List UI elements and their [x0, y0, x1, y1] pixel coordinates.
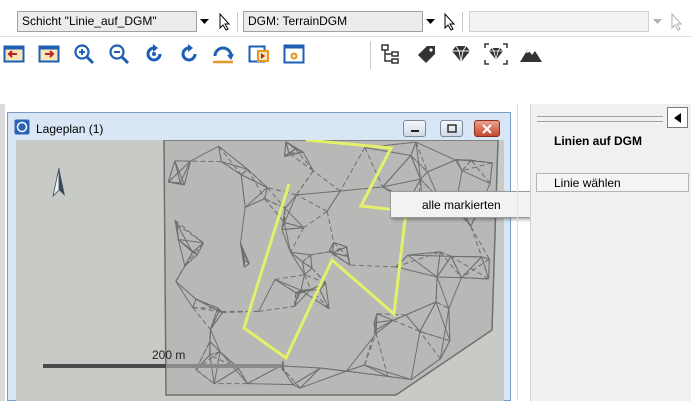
undo-view-button[interactable]	[210, 41, 236, 67]
toolbar-divider	[0, 36, 691, 37]
dgm-mesh-drawing	[43, 140, 499, 396]
panel-resize-bar[interactable]	[537, 116, 663, 122]
window-title: Lageplan (1)	[36, 122, 104, 136]
zoom-next-icon	[38, 45, 60, 63]
restore-icon	[446, 124, 457, 133]
minimize-button[interactable]	[403, 120, 426, 137]
refresh-icon	[146, 44, 162, 62]
panel-left-divider	[517, 104, 518, 401]
chevron-down-icon	[425, 18, 435, 24]
close-icon	[482, 123, 492, 134]
cursor-icon	[671, 12, 683, 31]
zoom-in-button[interactable]	[71, 41, 97, 67]
left-edge-strip	[0, 104, 5, 401]
close-button[interactable]	[474, 120, 500, 137]
dgm-combo[interactable]: DGM: TerrainDGM	[243, 11, 423, 32]
scale-label: 200 m	[152, 348, 186, 362]
panel-item-linie-waehlen[interactable]: Linie wählen	[536, 173, 689, 192]
dgm-pick-button[interactable]	[441, 11, 457, 32]
settings-button[interactable]	[281, 41, 307, 67]
chevron-left-icon	[673, 112, 681, 123]
layer-combo-dropdown[interactable]	[197, 11, 211, 32]
mesh-edge	[451, 255, 482, 258]
tag-icon	[418, 46, 435, 63]
zoom-out-button[interactable]	[106, 41, 132, 67]
diamond-icon	[452, 45, 470, 63]
diamond-select-icon	[484, 43, 508, 65]
zoom-out-icon	[109, 44, 130, 65]
third-combo-dropdown[interactable]	[650, 11, 664, 32]
panel-collapse-button[interactable]	[667, 107, 688, 128]
third-pick-button[interactable]	[668, 11, 684, 32]
settings-icon	[283, 44, 305, 64]
third-combo[interactable]	[469, 11, 649, 32]
window-app-icon	[14, 119, 30, 135]
diamond-select-button[interactable]	[483, 41, 509, 67]
chevron-down-icon	[652, 18, 662, 24]
zoom-next-button[interactable]	[36, 41, 62, 67]
undo-icon	[213, 46, 234, 64]
refresh-button[interactable]	[141, 41, 167, 67]
separator	[237, 12, 238, 32]
cursor-icon	[219, 12, 231, 31]
map-canvas[interactable]: 200 m	[16, 140, 504, 401]
cursor-icon	[444, 12, 456, 31]
zoom-prev-icon	[3, 45, 25, 63]
terrain-icon	[520, 49, 542, 62]
export-button[interactable]	[246, 41, 272, 67]
hierarchy-button[interactable]	[378, 41, 404, 67]
tag-button[interactable]	[413, 41, 439, 67]
layer-combo[interactable]: Schicht "Linie_auf_DGM"	[17, 11, 197, 32]
terrain-button[interactable]	[518, 41, 544, 67]
mesh-edge	[209, 329, 211, 342]
dgm-combo-dropdown[interactable]	[423, 11, 437, 32]
hierarchy-icon	[381, 44, 399, 64]
map-window[interactable]: Lageplan (1) 200 m	[7, 112, 511, 401]
export-icon	[248, 45, 269, 63]
separator	[462, 12, 463, 32]
chevron-down-icon	[199, 18, 209, 24]
mesh-edge	[375, 313, 378, 334]
minimize-icon	[410, 129, 419, 132]
toolbar-separator	[370, 41, 371, 69]
redraw-icon	[181, 44, 197, 62]
redraw-button[interactable]	[176, 41, 202, 67]
north-arrow-icon	[52, 167, 65, 198]
restore-button[interactable]	[440, 120, 463, 137]
zoom-prev-button[interactable]	[1, 41, 27, 67]
context-menu-item-alle-markierten[interactable]: alle markierten	[422, 198, 501, 212]
zoom-in-icon	[74, 44, 95, 65]
diamond-button[interactable]	[448, 41, 474, 67]
layer-pick-button[interactable]	[216, 11, 232, 32]
panel-heading: Linien auf DGM	[554, 134, 642, 148]
right-panel: Linien auf DGM Linie wählen	[530, 104, 691, 401]
